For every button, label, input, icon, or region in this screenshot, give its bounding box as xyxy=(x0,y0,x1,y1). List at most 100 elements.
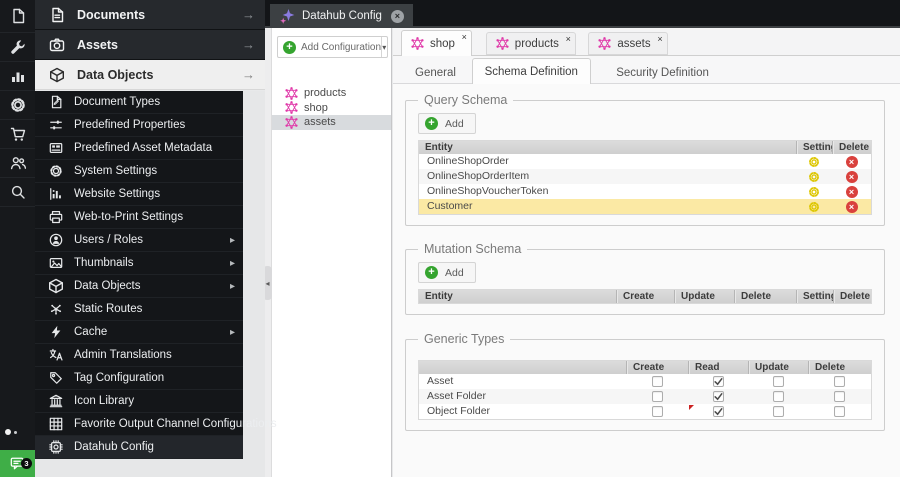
menu-item-document-types[interactable]: Document Types xyxy=(35,91,243,114)
menu-item-cache[interactable]: Cache ▸ xyxy=(35,321,243,344)
close-tab-icon[interactable]: × xyxy=(566,35,571,44)
delete-icon[interactable]: × xyxy=(845,185,858,198)
checkbox-unchecked[interactable] xyxy=(772,406,784,417)
checkbox-unchecked[interactable] xyxy=(834,391,845,402)
rail-search-button[interactable] xyxy=(0,178,35,207)
rail-tools-button[interactable] xyxy=(0,33,35,62)
menu-item-system-settings[interactable]: System Settings xyxy=(35,160,243,183)
accordion-header-assets[interactable]: Assets → xyxy=(35,30,265,60)
checkbox-checked[interactable] xyxy=(712,406,724,417)
subtab-schema-definition[interactable]: Schema Definition xyxy=(471,58,591,85)
generic-types-row-asset[interactable]: Asset xyxy=(419,374,871,389)
users-icon xyxy=(10,155,26,171)
documents-icon xyxy=(48,7,66,23)
delete-icon[interactable]: × xyxy=(845,155,858,168)
config-tree-item-assets[interactable]: assets xyxy=(272,115,391,130)
column-header-create[interactable]: Create xyxy=(616,290,674,303)
config-tab-assets[interactable]: assets × xyxy=(588,32,668,55)
grid-cell xyxy=(748,404,808,419)
menu-item-predefined-properties[interactable]: Predefined Properties xyxy=(35,114,243,137)
rail-ecommerce-button[interactable] xyxy=(0,120,35,149)
checkbox-checked[interactable] xyxy=(712,391,724,402)
checkbox-checked[interactable] xyxy=(712,376,724,387)
menu-item-users-roles[interactable]: Users / Roles ▸ xyxy=(35,229,243,252)
tab-label: products xyxy=(514,37,559,50)
column-header-settings[interactable]: Settings xyxy=(796,141,832,154)
checkbox-unchecked[interactable] xyxy=(651,391,663,402)
menu-item-datahub-config[interactable]: Datahub Config xyxy=(35,436,243,459)
menu-item-website-settings[interactable]: Website Settings xyxy=(35,183,243,206)
menu-item-tag-configuration[interactable]: Tag Configuration xyxy=(35,367,243,390)
accordion-header-data-objects[interactable]: Data Objects → xyxy=(35,60,265,90)
query-schema-row-OnlineShopOrder[interactable]: OnlineShopOrder × xyxy=(419,154,871,169)
menu-item-favorite-output-channel-configurations[interactable]: Favorite Output Channel Configurations xyxy=(35,413,277,436)
query-schema-row-OnlineShopVoucherToken[interactable]: OnlineShopVoucherToken × xyxy=(419,184,871,199)
menu-item-label: Favorite Output Channel Configurations xyxy=(74,418,277,430)
checkbox-unchecked[interactable] xyxy=(834,406,845,417)
settings-gear-icon[interactable] xyxy=(808,156,820,168)
settings-gear-icon[interactable] xyxy=(808,201,820,213)
column-header-delete[interactable]: Delete xyxy=(832,141,871,154)
chevron-down-icon[interactable]: ▾ xyxy=(381,43,387,52)
settings-gear-icon[interactable] xyxy=(808,171,820,183)
checkbox-unchecked[interactable] xyxy=(651,376,663,387)
rail-users-button[interactable] xyxy=(0,149,35,178)
config-tab-products[interactable]: products × xyxy=(485,32,576,55)
generic-types-row-asset-folder[interactable]: Asset Folder xyxy=(419,389,871,404)
menu-item-static-routes[interactable]: Static Routes xyxy=(35,298,243,321)
menu-item-web-to-print-settings[interactable]: Web-to-Print Settings xyxy=(35,206,243,229)
close-tab-icon[interactable]: × xyxy=(657,35,662,44)
column-header-delete[interactable]: Delete xyxy=(833,290,871,303)
grid-cell xyxy=(796,199,832,214)
column-header-entity[interactable]: Entity xyxy=(419,290,616,303)
query-schema-add-button[interactable]: + Add xyxy=(418,113,476,134)
query-schema-row-Customer[interactable]: Customer × xyxy=(419,199,871,214)
accordion-label: Documents xyxy=(77,7,146,22)
column-header-read[interactable]: Read xyxy=(688,361,748,374)
rail-document-button[interactable] xyxy=(0,0,35,33)
graphql-icon xyxy=(285,86,298,100)
menu-item-data-objects[interactable]: Data Objects ▸ xyxy=(35,275,243,298)
query-schema-row-OnlineShopOrderItem[interactable]: OnlineShopOrderItem × xyxy=(419,169,871,184)
column-header-entity[interactable]: Entity xyxy=(419,141,796,154)
checkbox-unchecked[interactable] xyxy=(772,391,784,402)
delete-icon[interactable]: × xyxy=(845,170,858,183)
checkbox-unchecked[interactable] xyxy=(772,376,784,387)
accordion-header-documents[interactable]: Documents → xyxy=(35,0,265,30)
config-tree-item-shop[interactable]: shop xyxy=(272,101,391,116)
mutation-schema-add-button[interactable]: + Add xyxy=(418,262,476,283)
menu-item-predefined-asset-metadata[interactable]: Predefined Asset Metadata xyxy=(35,137,243,160)
menu-item-thumbnails[interactable]: Thumbnails ▸ xyxy=(35,252,243,275)
menu-item-label: Tag Configuration xyxy=(74,372,165,384)
close-tab-icon[interactable]: × xyxy=(462,33,467,42)
settings-menu: Document Types Predefined Properties Prede… xyxy=(35,91,277,459)
tab-datahub-config[interactable]: Datahub Config × xyxy=(270,4,413,28)
column-header-create[interactable]: Create xyxy=(626,361,688,374)
generic-types-row-object-folder[interactable]: Object Folder xyxy=(419,404,871,419)
checkbox-unchecked[interactable] xyxy=(651,406,663,417)
menu-item-admin-translations[interactable]: Admin Translations xyxy=(35,344,243,367)
column-header-blank[interactable] xyxy=(419,361,626,374)
checkbox-unchecked[interactable] xyxy=(834,376,845,387)
subtab-security-definition[interactable]: Security Definition xyxy=(604,62,721,84)
add-configuration-button[interactable]: + Add Configuration ▾ xyxy=(277,36,388,58)
subtab-general[interactable]: General xyxy=(403,62,468,84)
delete-icon[interactable]: × xyxy=(845,200,858,213)
column-header-update[interactable]: Update xyxy=(748,361,808,374)
menu-item-label: Data Objects xyxy=(74,280,141,292)
grid-cell: × xyxy=(832,169,871,184)
column-header-delete[interactable]: Delete xyxy=(734,290,796,303)
menu-item-icon-library[interactable]: Icon Library xyxy=(35,390,243,413)
column-header-settings[interactable]: Settings xyxy=(796,290,833,303)
close-icon[interactable]: × xyxy=(390,9,404,23)
column-header-delete[interactable]: Delete xyxy=(808,361,871,374)
rail-settings-button[interactable] xyxy=(0,91,35,120)
rail-reports-button[interactable] xyxy=(0,62,35,91)
translate-icon xyxy=(48,348,64,362)
column-header-update[interactable]: Update xyxy=(674,290,734,303)
config-tree-item-products[interactable]: products xyxy=(272,86,391,101)
settings-gear-icon[interactable] xyxy=(808,186,820,198)
config-tab-shop[interactable]: shop × xyxy=(401,30,472,56)
notifications-button[interactable]: 3 xyxy=(0,450,35,477)
tab-label: shop xyxy=(430,37,455,50)
